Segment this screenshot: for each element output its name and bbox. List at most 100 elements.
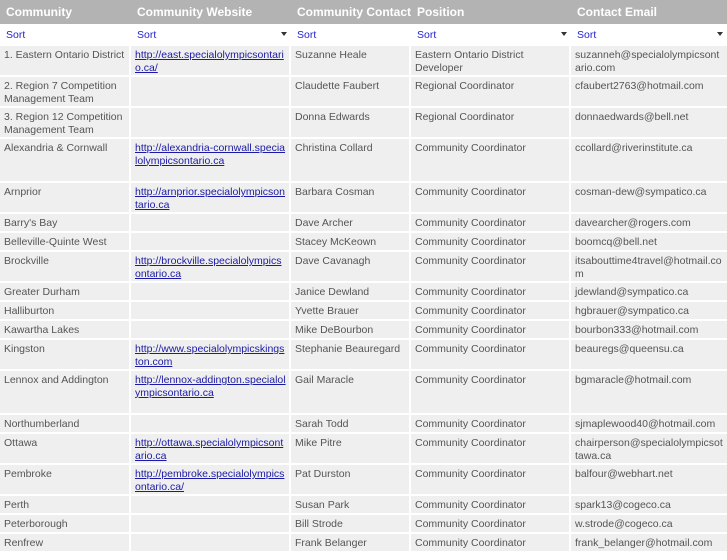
contact-cell: Frank Belanger [291, 534, 411, 553]
website-cell [131, 214, 291, 233]
website-cell: http://alexandria-cornwall.specialolympi… [131, 139, 291, 183]
contact-cell: Dave Archer [291, 214, 411, 233]
sort-label[interactable]: Sort [417, 29, 436, 41]
dropdown-arrow-icon[interactable] [281, 32, 287, 36]
website-link[interactable]: http://brockville.specialolympicsontario… [135, 255, 281, 280]
sort-label[interactable]: Sort [137, 29, 156, 41]
contact-cell: Stephanie Beauregard [291, 340, 411, 371]
contact-cell: Barbara Cosman [291, 183, 411, 214]
email-cell: itsabouttime4travel@hotmail.com [571, 252, 727, 283]
email-cell: davearcher@rogers.com [571, 214, 727, 233]
website-link[interactable]: http://ottawa.specialolympicsontario.ca [135, 437, 283, 462]
contact-cell: Christina Collard [291, 139, 411, 183]
contact-cell: Yvette Brauer [291, 302, 411, 321]
sort-community-link[interactable]: Sort [0, 24, 131, 46]
sort-label[interactable]: Sort [6, 29, 25, 41]
position-cell: Community Coordinator [411, 252, 571, 283]
website-cell [131, 233, 291, 252]
table-row: 3. Region 12 Competition Management Team… [0, 108, 727, 139]
position-cell: Community Coordinator [411, 415, 571, 434]
dropdown-arrow-icon[interactable] [561, 32, 567, 36]
sort-label[interactable]: Sort [297, 29, 316, 41]
table-row: Perth Susan Park Community Coordinator spar… [0, 496, 727, 515]
website-link[interactable]: http://www.specialolympicskingston.com [135, 343, 284, 368]
header-contact-email: Contact Email [577, 5, 658, 19]
community-cell: Alexandria & Cornwall [0, 139, 131, 183]
sort-website-link[interactable]: Sort [131, 24, 291, 46]
email-cell: bourbon333@hotmail.com [571, 321, 727, 340]
website-link[interactable]: http://arnprior.specialolympicsontario.c… [135, 186, 285, 211]
community-cell: 2. Region 7 Competition Management Team [0, 77, 131, 108]
contact-cell: Stacey McKeown [291, 233, 411, 252]
website-link[interactable]: http://lennox-addington.specialolympicso… [135, 374, 286, 399]
position-cell: Community Coordinator [411, 233, 571, 252]
contact-cell: Dave Cavanagh [291, 252, 411, 283]
position-cell: Community Coordinator [411, 283, 571, 302]
community-cell: Lennox and Addington [0, 371, 131, 415]
email-cell: bgmaracle@hotmail.com [571, 371, 727, 415]
email-cell: cosman-dew@sympatico.ca [571, 183, 727, 214]
sort-label[interactable]: Sort [577, 29, 596, 41]
website-cell [131, 415, 291, 434]
header-community-contact: Community Contact [297, 5, 411, 19]
community-cell: Peterborough [0, 515, 131, 534]
table-row: Alexandria & Cornwall http://alexandria-c… [0, 139, 727, 183]
community-cell: Northumberland [0, 415, 131, 434]
contact-cell: Susan Park [291, 496, 411, 515]
website-cell [131, 534, 291, 553]
sort-contact-link[interactable]: Sort [291, 24, 411, 46]
website-cell: http://lennox-addington.specialolympicso… [131, 371, 291, 415]
table-row: Barry's Bay Dave Archer Community Coordina… [0, 214, 727, 233]
website-cell: http://arnprior.specialolympicsontario.c… [131, 183, 291, 214]
website-cell [131, 496, 291, 515]
table-row: Renfrew Frank Belanger Community Coordinat… [0, 534, 727, 553]
position-cell: Community Coordinator [411, 340, 571, 371]
website-link[interactable]: http://alexandria-cornwall.specialolympi… [135, 142, 285, 167]
contact-cell: Donna Edwards [291, 108, 411, 139]
position-cell: Community Coordinator [411, 321, 571, 340]
contact-cell: Claudette Faubert [291, 77, 411, 108]
dropdown-arrow-icon[interactable] [717, 32, 723, 36]
table-row: Ottawa http://ottawa.specialolympicsontar… [0, 434, 727, 465]
email-cell: boomcq@bell.net [571, 233, 727, 252]
header-community: Community [6, 5, 72, 19]
community-cell: Halliburton [0, 302, 131, 321]
table-row: Kawartha Lakes Mike DeBourbon Community Co… [0, 321, 727, 340]
table-row: Greater Durham Janice Dewland Community Co… [0, 283, 727, 302]
contact-cell: Mike DeBourbon [291, 321, 411, 340]
header-community-website: Community Website [137, 5, 253, 19]
website-cell: http://east.specialolympicsontario.ca/ [131, 46, 291, 77]
website-link[interactable]: http://pembroke.specialolympicsontario.c… [135, 468, 284, 493]
contact-cell: Suzanne Heale [291, 46, 411, 77]
email-cell: suzanneh@specialolympicsontario.com [571, 46, 727, 77]
position-cell: Community Coordinator [411, 302, 571, 321]
website-cell: http://ottawa.specialolympicsontario.ca [131, 434, 291, 465]
header-position: Position [417, 5, 465, 19]
email-cell: ccollard@riverinstitute.ca [571, 139, 727, 183]
sort-email-link[interactable]: Sort [571, 24, 727, 46]
position-cell: Community Coordinator [411, 139, 571, 183]
email-cell: balfour@webhart.net [571, 465, 727, 496]
position-cell: Community Coordinator [411, 214, 571, 233]
table-row: Brockville http://brockville.specialolymp… [0, 252, 727, 283]
table-row: Belleville-Quinte West Stacey McKeown Comm… [0, 233, 727, 252]
website-cell [131, 77, 291, 108]
website-cell: http://brockville.specialolympicsontario… [131, 252, 291, 283]
community-cell: Pembroke [0, 465, 131, 496]
website-link[interactable]: http://east.specialolympicsontario.ca/ [135, 49, 284, 74]
contact-cell: Mike Pitre [291, 434, 411, 465]
email-cell: sjmaplewood40@hotmail.com [571, 415, 727, 434]
contact-cell: Bill Strode [291, 515, 411, 534]
contact-cell: Sarah Todd [291, 415, 411, 434]
community-cell: Kingston [0, 340, 131, 371]
position-cell: Community Coordinator [411, 515, 571, 534]
contact-cell: Janice Dewland [291, 283, 411, 302]
email-cell: chairperson@specialolympicsottawa.ca [571, 434, 727, 465]
email-cell: frank_belanger@hotmail.com [571, 534, 727, 553]
email-cell: hgbrauer@sympatico.ca [571, 302, 727, 321]
community-cell: Belleville-Quinte West [0, 233, 131, 252]
email-cell: w.strode@cogeco.ca [571, 515, 727, 534]
sort-position-link[interactable]: Sort [411, 24, 571, 46]
position-cell: Community Coordinator [411, 371, 571, 415]
position-cell: Eastern Ontario District Developer [411, 46, 571, 77]
